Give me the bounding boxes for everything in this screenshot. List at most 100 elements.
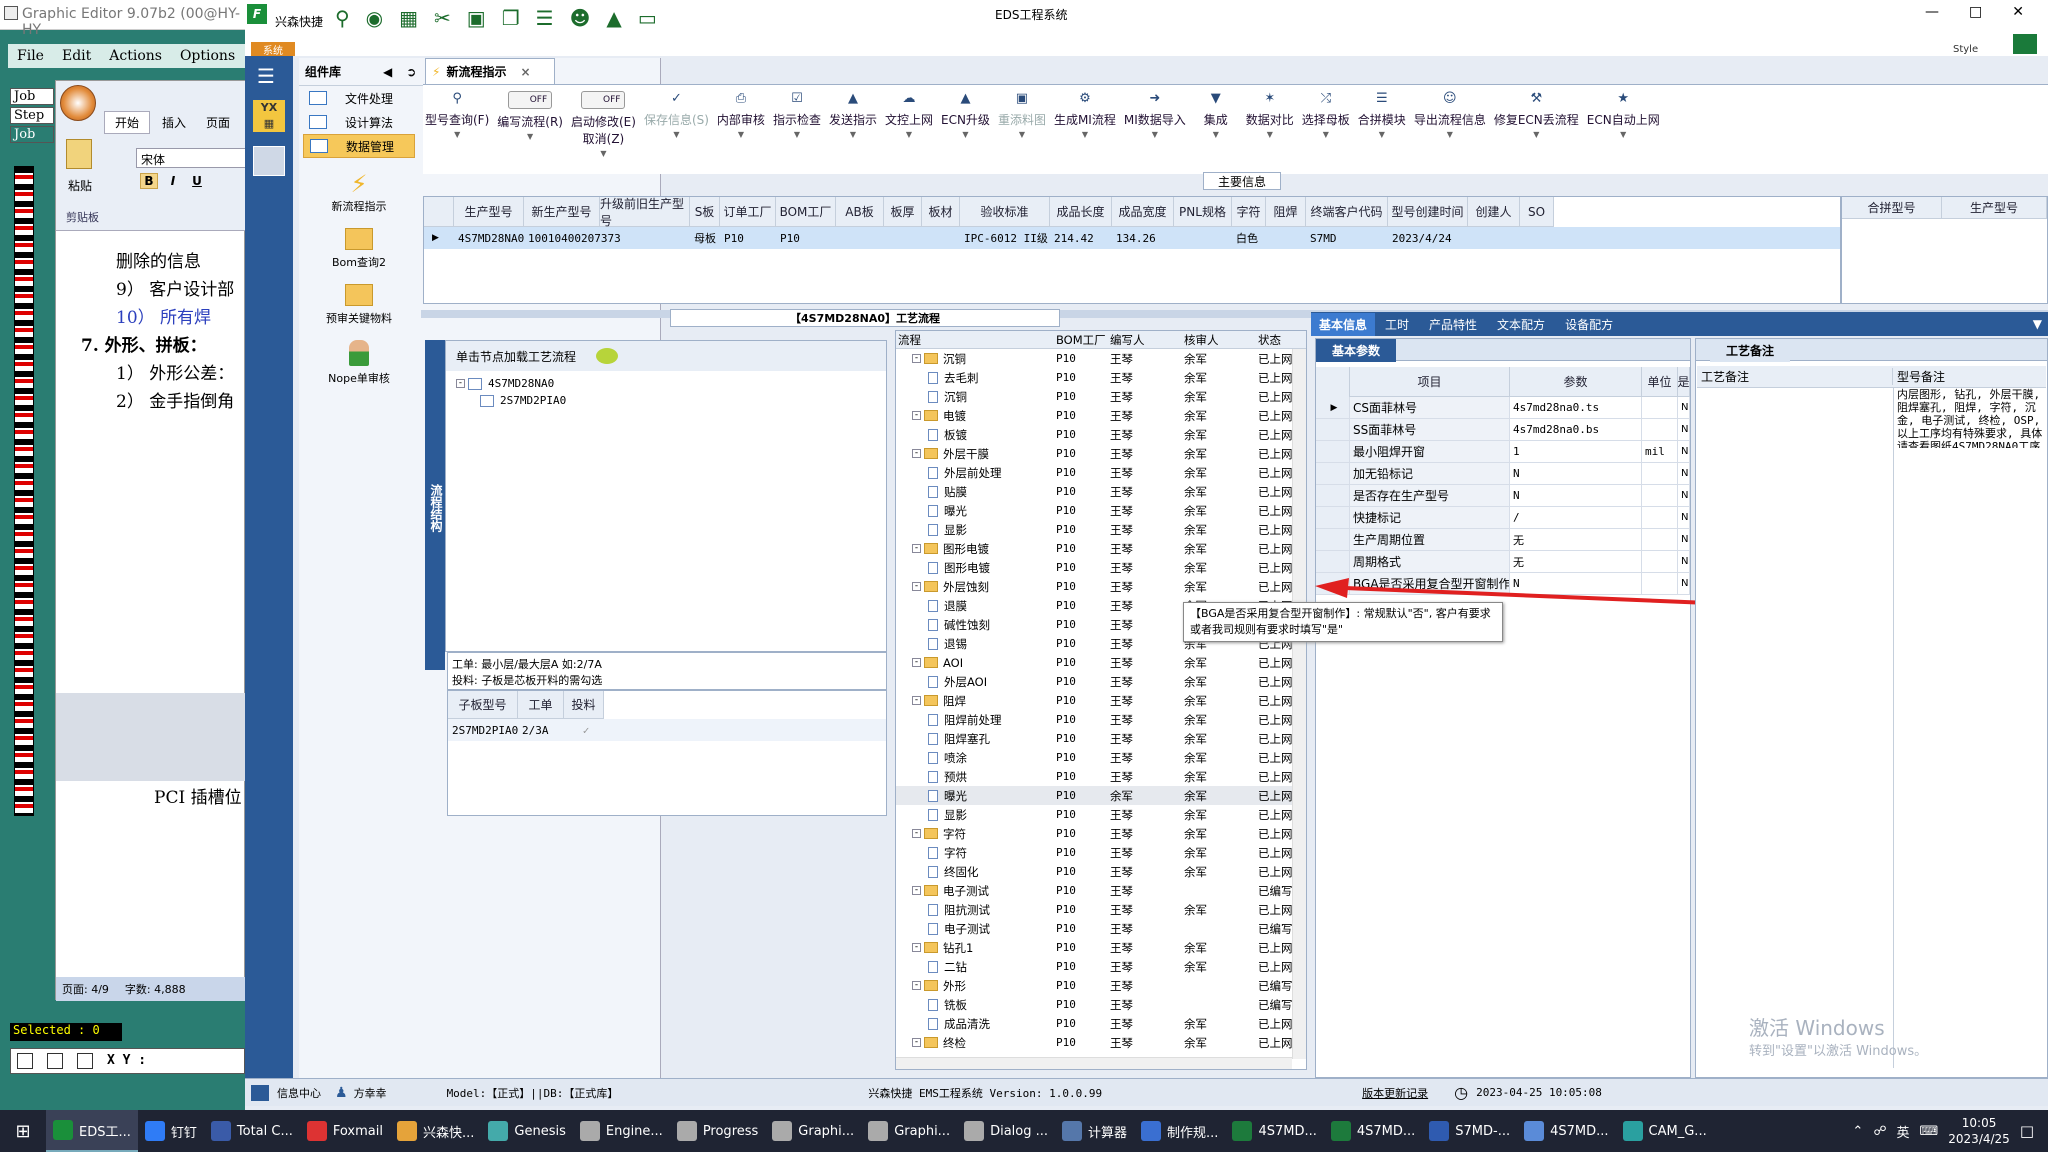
- dropdown-arrow-icon[interactable]: ▼: [1379, 130, 1385, 139]
- collapse-icon[interactable]: -: [912, 1038, 921, 1047]
- network-icon[interactable]: ☍: [1873, 1124, 1886, 1139]
- taskbar-app[interactable]: Foxmail: [300, 1110, 390, 1152]
- grid-icon[interactable]: [77, 1053, 93, 1069]
- flow-row[interactable]: - 阻焊 P10 王琴 余军 已上网: [896, 691, 1306, 710]
- paste-icon[interactable]: [66, 139, 92, 169]
- flow-row[interactable]: 铣板 P10 王琴 已编写: [896, 995, 1306, 1014]
- param-value[interactable]: N: [1510, 485, 1642, 506]
- collapse-icon[interactable]: -: [912, 943, 921, 952]
- cell[interactable]: 10010400207373: [524, 227, 621, 249]
- sub-board-row[interactable]: 2S7MD2PIA0 2/3A ✓: [448, 719, 886, 741]
- launcher-new-flow[interactable]: ⚡ 新流程指示: [299, 170, 419, 214]
- dropdown-arrow-icon[interactable]: ▼: [1267, 130, 1273, 139]
- sys-tab[interactable]: 系统: [251, 42, 295, 57]
- flow-row[interactable]: 预烘 P10 王琴 余军 已上网: [896, 767, 1306, 786]
- toolbar-button-9[interactable]: ▣ 重添料图 ▼: [998, 91, 1046, 139]
- main-info-row[interactable]: ▶ 4S7MD28NA0 10010400207373 母板 P10 P10 IPC-601…: [424, 227, 1840, 249]
- tab-text-recipe[interactable]: 文本配方: [1487, 313, 1555, 336]
- ribbon-tab-layout[interactable]: 页面: [198, 112, 238, 133]
- taskbar-app[interactable]: EDS工...: [46, 1110, 138, 1152]
- cell[interactable]: 2023/4/24: [1388, 227, 1468, 249]
- cell[interactable]: [884, 227, 922, 249]
- flow-row[interactable]: 板镀 P10 王琴 余军 已上网: [896, 425, 1306, 444]
- param-value[interactable]: N: [1510, 463, 1642, 484]
- menu-file[interactable]: File: [17, 48, 44, 64]
- flow-row[interactable]: 阻焊塞孔 P10 王琴 余军 已上网: [896, 729, 1306, 748]
- nav-item-design-algorithm[interactable]: 设计算法: [303, 110, 415, 134]
- tab-job-2[interactable]: Job: [10, 126, 54, 143]
- printer-icon[interactable]: [253, 146, 285, 176]
- toolbar-button-16[interactable]: ☺ 导出流程信息 ▼: [1414, 91, 1486, 139]
- flow-row[interactable]: 曝光 P10 余军 余军 已上网: [896, 786, 1306, 805]
- cell[interactable]: [600, 227, 690, 249]
- taskbar-app[interactable]: CAM_G...: [1616, 1110, 1714, 1152]
- tab-job[interactable]: Job: [10, 88, 54, 105]
- flow-row[interactable]: 成品清洗 P10 王琴 余军 已上网: [896, 1014, 1306, 1033]
- cell[interactable]: 白色: [1232, 227, 1266, 249]
- dropdown-arrow-icon[interactable]: ▼: [794, 130, 800, 139]
- tool-icon[interactable]: [47, 1053, 63, 1069]
- style-icon[interactable]: [2013, 34, 2037, 54]
- feed-checkbox[interactable]: ✓: [564, 719, 604, 741]
- param-row[interactable]: 快捷标记 / N: [1316, 507, 1690, 529]
- dropdown-arrow-icon[interactable]: ▼: [454, 130, 460, 139]
- menu-options[interactable]: Options: [180, 48, 235, 64]
- collapse-icon[interactable]: -: [912, 449, 921, 458]
- windows-start-icon[interactable]: ⊞: [0, 1121, 46, 1142]
- flow-row[interactable]: 字符 P10 王琴 余军 已上网: [896, 843, 1306, 862]
- flow-row[interactable]: 外层前处理 P10 王琴 余军 已上网: [896, 463, 1306, 482]
- param-row[interactable]: 最小阻焊开窗 1 mil N: [1316, 441, 1690, 463]
- model-note[interactable]: 内层图形, 钻孔, 外层干膜, 阻焊塞孔, 阻焊, 字符, 沉金, 电子测试, …: [1897, 388, 2047, 448]
- param-row[interactable]: 周期格式无 N: [1316, 551, 1690, 573]
- menu-edit[interactable]: Edit: [62, 48, 91, 64]
- chart-icon[interactable]: ▲: [606, 6, 621, 30]
- cell[interactable]: S7MD: [1306, 227, 1388, 249]
- toolbar-button-4[interactable]: ⎙ 内部审核 ▼: [717, 91, 765, 139]
- flow-row[interactable]: - AOI P10 王琴 余军 已上网: [896, 653, 1306, 672]
- flow-row[interactable]: - 终检 P10 王琴 余军 已上网: [896, 1033, 1306, 1052]
- dropdown-arrow-icon[interactable]: ▼: [1082, 130, 1088, 139]
- flow-row[interactable]: 终固化 P10 王琴 余军 已上网: [896, 862, 1306, 881]
- launcher-key-materials[interactable]: 预审关键物料: [299, 284, 419, 326]
- cell[interactable]: [1520, 227, 1554, 249]
- dropdown-arrow-icon[interactable]: ▼: [1533, 130, 1539, 139]
- param-row[interactable]: 生产周期位置无 N: [1316, 529, 1690, 551]
- flow-row[interactable]: 二钻 P10 王琴 余军 已上网: [896, 957, 1306, 976]
- vertical-scrollbar[interactable]: [1292, 349, 1306, 1059]
- collapse-icon[interactable]: -: [912, 829, 921, 838]
- taskbar-app[interactable]: Progress: [670, 1110, 765, 1152]
- taskbar-app[interactable]: S7MD-...: [1422, 1110, 1517, 1152]
- param-row[interactable]: ▶ CS面菲林号 4s7md28na0.ts N: [1316, 397, 1690, 419]
- tab-work-hours[interactable]: 工时: [1375, 313, 1419, 336]
- toolbar-button-2[interactable]: OFF 启动修改(E) 取消(Z) ▼: [571, 91, 636, 158]
- taskbar-app[interactable]: 钉钉: [138, 1110, 204, 1152]
- menu-actions[interactable]: Actions: [109, 48, 162, 64]
- dropdown-arrow-icon[interactable]: ▼: [1447, 130, 1453, 139]
- horizontal-scrollbar[interactable]: [896, 1057, 1292, 1069]
- notification-icon[interactable]: □: [2020, 1122, 2034, 1140]
- dropdown-arrow-icon[interactable]: ▼: [1620, 130, 1626, 139]
- toolbar-button-5[interactable]: ☑ 指示检查 ▼: [773, 91, 821, 139]
- toolbar-button-11[interactable]: ➜ MI数据导入 ▼: [1124, 91, 1186, 139]
- param-value[interactable]: 4s7md28na0.bs: [1510, 419, 1642, 440]
- taskbar-app[interactable]: Engine...: [573, 1110, 670, 1152]
- flow-row[interactable]: 阻抗测试 P10 王琴 余军 已上网: [896, 900, 1306, 919]
- cell[interactable]: [1174, 227, 1232, 249]
- flow-row[interactable]: - 钻孔1 P10 王琴 余军 已上网: [896, 938, 1306, 957]
- dropdown-arrow-icon[interactable]: ▼: [906, 130, 912, 139]
- toggle-switch[interactable]: OFF: [508, 91, 553, 109]
- toolbar-button-12[interactable]: ▼ 集成 ▼: [1194, 91, 1238, 139]
- taskbar-app[interactable]: Genesis: [481, 1110, 572, 1152]
- flow-row[interactable]: - 外形 P10 王琴 已编写: [896, 976, 1306, 995]
- taskbar-app[interactable]: 4S7MD...: [1324, 1110, 1422, 1152]
- office-button-icon[interactable]: [60, 85, 96, 121]
- table-icon[interactable]: ▦: [399, 6, 418, 30]
- cell[interactable]: 214.42: [1050, 227, 1112, 249]
- tool-icon[interactable]: [17, 1053, 33, 1069]
- flow-row[interactable]: - 沉铜 P10 王琴 余军 已上网: [896, 349, 1306, 368]
- collapse-icon[interactable]: -: [912, 582, 921, 591]
- yx-calc-icon[interactable]: YX ▦: [253, 100, 285, 132]
- toolbar-button-10[interactable]: ⚙ 生成MI流程 ▼: [1054, 91, 1116, 139]
- toolbar-button-7[interactable]: ☁ 文控上网 ▼: [885, 91, 933, 139]
- tab-basic-info[interactable]: 基本信息: [1311, 312, 1376, 336]
